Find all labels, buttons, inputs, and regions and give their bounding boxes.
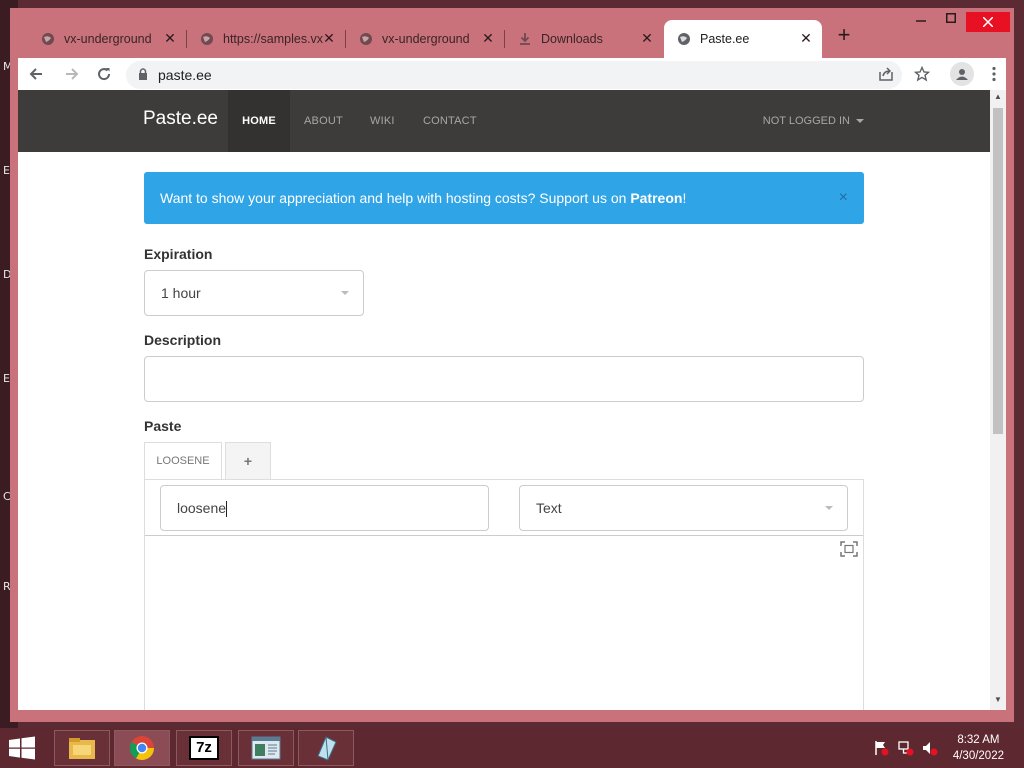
expiration-label: Expiration bbox=[144, 246, 213, 262]
browser-tab[interactable]: vx-underground ✕ bbox=[346, 20, 504, 58]
windows-start-icon[interactable] bbox=[8, 736, 36, 760]
paste-panel: loosene Text bbox=[144, 479, 864, 710]
alert-text: Want to show your appreciation and help … bbox=[160, 190, 631, 206]
browser-window: vx-underground ✕ https://samples.vx ✕ vx… bbox=[10, 8, 1014, 722]
desktop-icon-label: E bbox=[3, 164, 10, 177]
browser-titlebar: vx-underground ✕ https://samples.vx ✕ vx… bbox=[10, 8, 1014, 58]
forward-button[interactable] bbox=[60, 62, 84, 86]
text-cursor bbox=[226, 501, 228, 518]
chevron-down-icon bbox=[341, 291, 349, 295]
globe-icon bbox=[358, 31, 374, 47]
maximize-button[interactable] bbox=[936, 12, 966, 32]
vertical-scrollbar[interactable]: ▲ ▼ bbox=[990, 90, 1006, 710]
add-paste-tab-button[interactable]: + bbox=[225, 442, 271, 480]
browser-tab-active[interactable]: Paste.ee ✕ bbox=[664, 20, 822, 58]
nav-wiki[interactable]: WIKI bbox=[370, 90, 395, 152]
close-icon[interactable]: ✕ bbox=[798, 30, 814, 46]
7zip-label: 7z bbox=[189, 736, 219, 760]
close-icon[interactable]: ✕ bbox=[480, 30, 496, 46]
url-text: paste.ee bbox=[158, 67, 212, 83]
caret-down-icon bbox=[856, 119, 864, 124]
new-tab-button[interactable]: + bbox=[832, 24, 856, 48]
paste-label: Paste bbox=[144, 418, 182, 434]
network-icon[interactable] bbox=[898, 740, 914, 761]
tab-title: vx-underground bbox=[64, 32, 152, 46]
scroll-up-icon[interactable]: ▲ bbox=[994, 92, 1002, 101]
address-bar[interactable]: paste.ee bbox=[126, 61, 902, 89]
globe-icon bbox=[199, 31, 215, 47]
expiration-select[interactable]: 1 hour bbox=[144, 270, 364, 316]
lock-icon bbox=[138, 67, 148, 83]
flag-notification-icon[interactable] bbox=[873, 740, 889, 761]
patreon-link[interactable]: Patreon bbox=[630, 190, 682, 206]
scroll-thumb[interactable] bbox=[993, 108, 1003, 434]
close-icon[interactable]: ✕ bbox=[162, 30, 178, 46]
share-icon[interactable] bbox=[874, 62, 898, 86]
volume-muted-icon[interactable] bbox=[922, 740, 938, 761]
browser-tab[interactable]: https://samples.vx ✕ bbox=[187, 20, 345, 58]
syntax-value: Text bbox=[536, 500, 562, 516]
file-explorer-icon[interactable] bbox=[54, 730, 110, 766]
profile-avatar-icon[interactable] bbox=[950, 62, 974, 86]
bookmark-star-icon[interactable] bbox=[910, 62, 934, 86]
description-label: Description bbox=[144, 332, 222, 348]
tab-title: vx-underground bbox=[382, 32, 470, 46]
reload-button[interactable] bbox=[92, 62, 116, 86]
kebab-menu-icon[interactable] bbox=[982, 62, 1006, 86]
close-icon[interactable]: × bbox=[839, 172, 848, 224]
nav-contact[interactable]: CONTACT bbox=[423, 90, 477, 152]
globe-icon bbox=[676, 31, 692, 47]
paste-tab[interactable]: LOOSENE bbox=[144, 442, 222, 480]
browser-toolbar: paste.ee bbox=[18, 58, 1006, 90]
chevron-down-icon bbox=[825, 506, 833, 510]
taskbar: 7z 8:32 AM 4/30/2022 bbox=[0, 728, 1024, 768]
tab-title: Paste.ee bbox=[700, 32, 750, 46]
site-brand[interactable]: Paste.ee bbox=[143, 108, 218, 130]
minimize-button[interactable] bbox=[906, 12, 936, 32]
chrome-icon[interactable] bbox=[114, 730, 170, 766]
browser-tab[interactable]: Downloads ✕ bbox=[505, 20, 663, 58]
back-button[interactable] bbox=[24, 62, 48, 86]
syntax-select[interactable]: Text bbox=[519, 485, 848, 531]
paste-name-value: loosene bbox=[177, 500, 227, 516]
desktop-icon-label: E bbox=[3, 372, 10, 385]
site-navbar: Paste.ee HOME ABOUT WIKI CONTACT NOT LOG… bbox=[18, 90, 990, 152]
scroll-down-icon[interactable]: ▼ bbox=[994, 695, 1002, 704]
paste-name-input[interactable]: loosene bbox=[160, 485, 489, 531]
close-icon[interactable]: ✕ bbox=[639, 30, 655, 46]
patreon-alert: Want to show your appreciation and help … bbox=[144, 172, 864, 224]
globe-icon bbox=[40, 31, 56, 47]
script-app-icon[interactable] bbox=[298, 730, 354, 766]
page-viewport: Paste.ee HOME ABOUT WIKI CONTACT NOT LOG… bbox=[18, 90, 990, 710]
tab-title: Downloads bbox=[541, 32, 603, 46]
7zip-icon[interactable]: 7z bbox=[176, 730, 232, 766]
download-icon bbox=[517, 31, 533, 47]
system-clock[interactable]: 8:32 AM 4/30/2022 bbox=[953, 732, 1004, 764]
login-dropdown[interactable]: NOT LOGGED IN bbox=[763, 90, 864, 152]
expiration-value: 1 hour bbox=[161, 285, 201, 301]
clock-date: 4/30/2022 bbox=[952, 750, 1004, 762]
nav-home[interactable]: HOME bbox=[228, 90, 290, 152]
paste-content-editor[interactable] bbox=[145, 536, 863, 710]
browser-tab[interactable]: vx-underground ✕ bbox=[28, 20, 186, 58]
alert-suffix: ! bbox=[682, 190, 687, 206]
login-label: NOT LOGGED IN bbox=[762, 115, 850, 127]
clock-time: 8:32 AM bbox=[957, 734, 1000, 746]
description-input[interactable] bbox=[144, 356, 864, 402]
nav-about[interactable]: ABOUT bbox=[304, 90, 343, 152]
close-icon[interactable]: ✕ bbox=[321, 30, 337, 46]
notepad-app-icon[interactable] bbox=[238, 730, 294, 766]
tab-title: https://samples.vx bbox=[223, 32, 324, 46]
window-close-button[interactable] bbox=[966, 12, 1010, 32]
